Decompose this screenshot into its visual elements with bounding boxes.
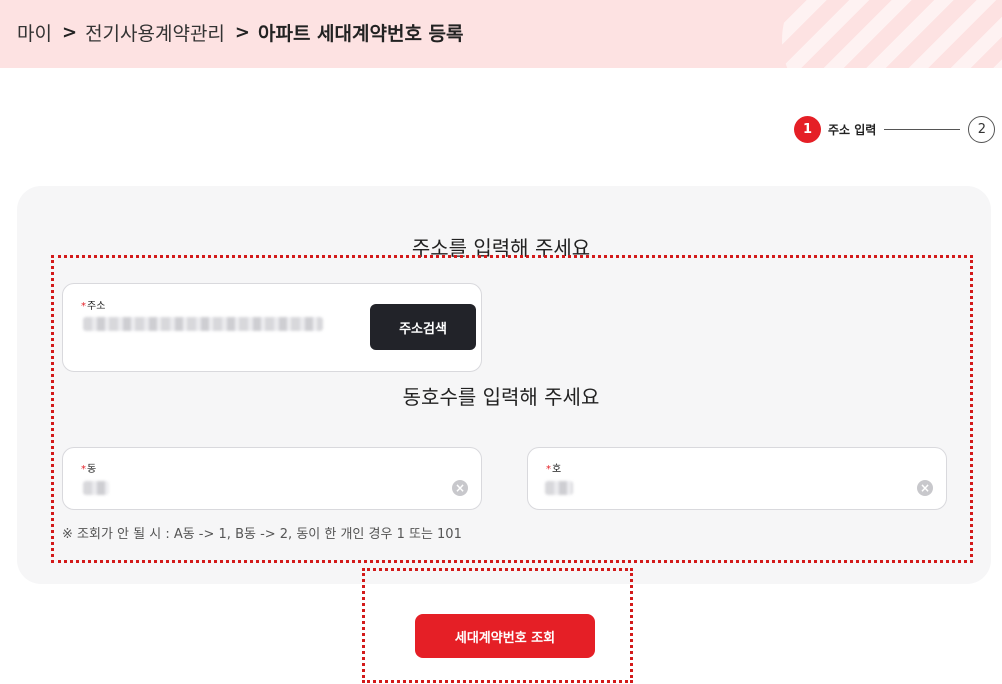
step-2-indicator: 2 xyxy=(968,116,996,143)
progress-stepper: 1 주소 입력 2 xyxy=(794,116,996,143)
breadcrumb-item-my[interactable]: 마이 xyxy=(17,19,52,46)
step-1-label: 주소 입력 xyxy=(828,123,877,137)
breadcrumb-separator-icon: > xyxy=(61,22,78,43)
breadcrumb-separator-icon: > xyxy=(234,22,250,43)
page-title: 아파트 세대계약번호 등록 xyxy=(258,23,464,45)
page-header: 마이 > 전기사용계약관리 > 아파트 세대계약번호 등록 xyxy=(0,0,1002,68)
form-highlight-annotation xyxy=(51,255,973,563)
contract-number-lookup-button[interactable]: 세대계약번호 조회 xyxy=(415,614,595,658)
step-1-indicator: 1 xyxy=(794,116,821,143)
breadcrumb: 마이 > 전기사용계약관리 > 아파트 세대계약번호 등록 xyxy=(17,19,464,46)
breadcrumb-item-contract-management[interactable]: 전기사용계약관리 xyxy=(85,19,225,46)
header-decoration xyxy=(782,0,1002,68)
step-connector xyxy=(884,129,961,130)
